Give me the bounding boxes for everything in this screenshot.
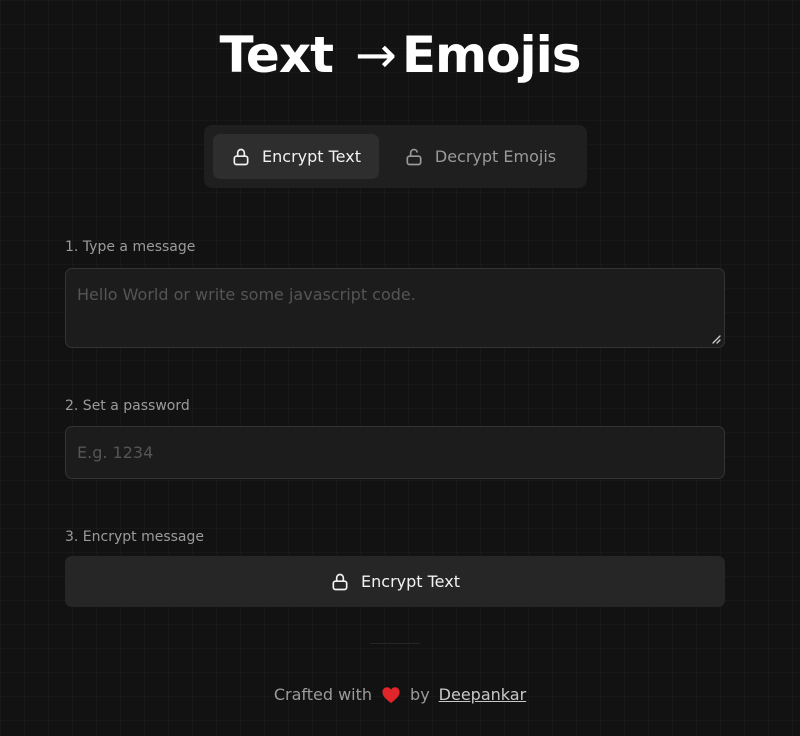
page-title: Text → Emojis [0, 22, 800, 88]
encrypt-button-label: Encrypt Text [361, 572, 460, 591]
unlock-icon [406, 148, 422, 165]
message-label: 1. Type a message [65, 239, 196, 255]
resize-handle-icon[interactable] [711, 334, 721, 344]
footer-divider [370, 643, 420, 644]
title-text: Text [219, 26, 334, 84]
tab-encrypt-label: Encrypt Text [262, 147, 361, 166]
footer: Crafted with by Deepankar [0, 685, 800, 704]
arrow-icon: → [354, 26, 397, 84]
mode-tabs: Encrypt Text Decrypt Emojis [204, 125, 587, 188]
crafted-with-text: Crafted with [273, 685, 373, 704]
author-link[interactable]: Deepankar [439, 685, 526, 704]
tab-encrypt-text[interactable]: Encrypt Text [213, 134, 379, 179]
tab-decrypt-label: Decrypt Emojis [434, 147, 557, 166]
tab-decrypt-emojis[interactable]: Decrypt Emojis [385, 134, 575, 179]
message-input[interactable] [65, 268, 725, 348]
password-label: 2. Set a password [65, 398, 190, 414]
lock-icon [332, 573, 348, 590]
title-emojis: Emojis [401, 26, 582, 84]
encrypt-label: 3. Encrypt message [65, 529, 205, 545]
by-text: by [410, 685, 430, 704]
heart-icon [382, 686, 400, 703]
encrypt-button[interactable]: Encrypt Text [65, 556, 725, 607]
password-input[interactable] [65, 426, 725, 479]
lock-icon [233, 148, 249, 165]
